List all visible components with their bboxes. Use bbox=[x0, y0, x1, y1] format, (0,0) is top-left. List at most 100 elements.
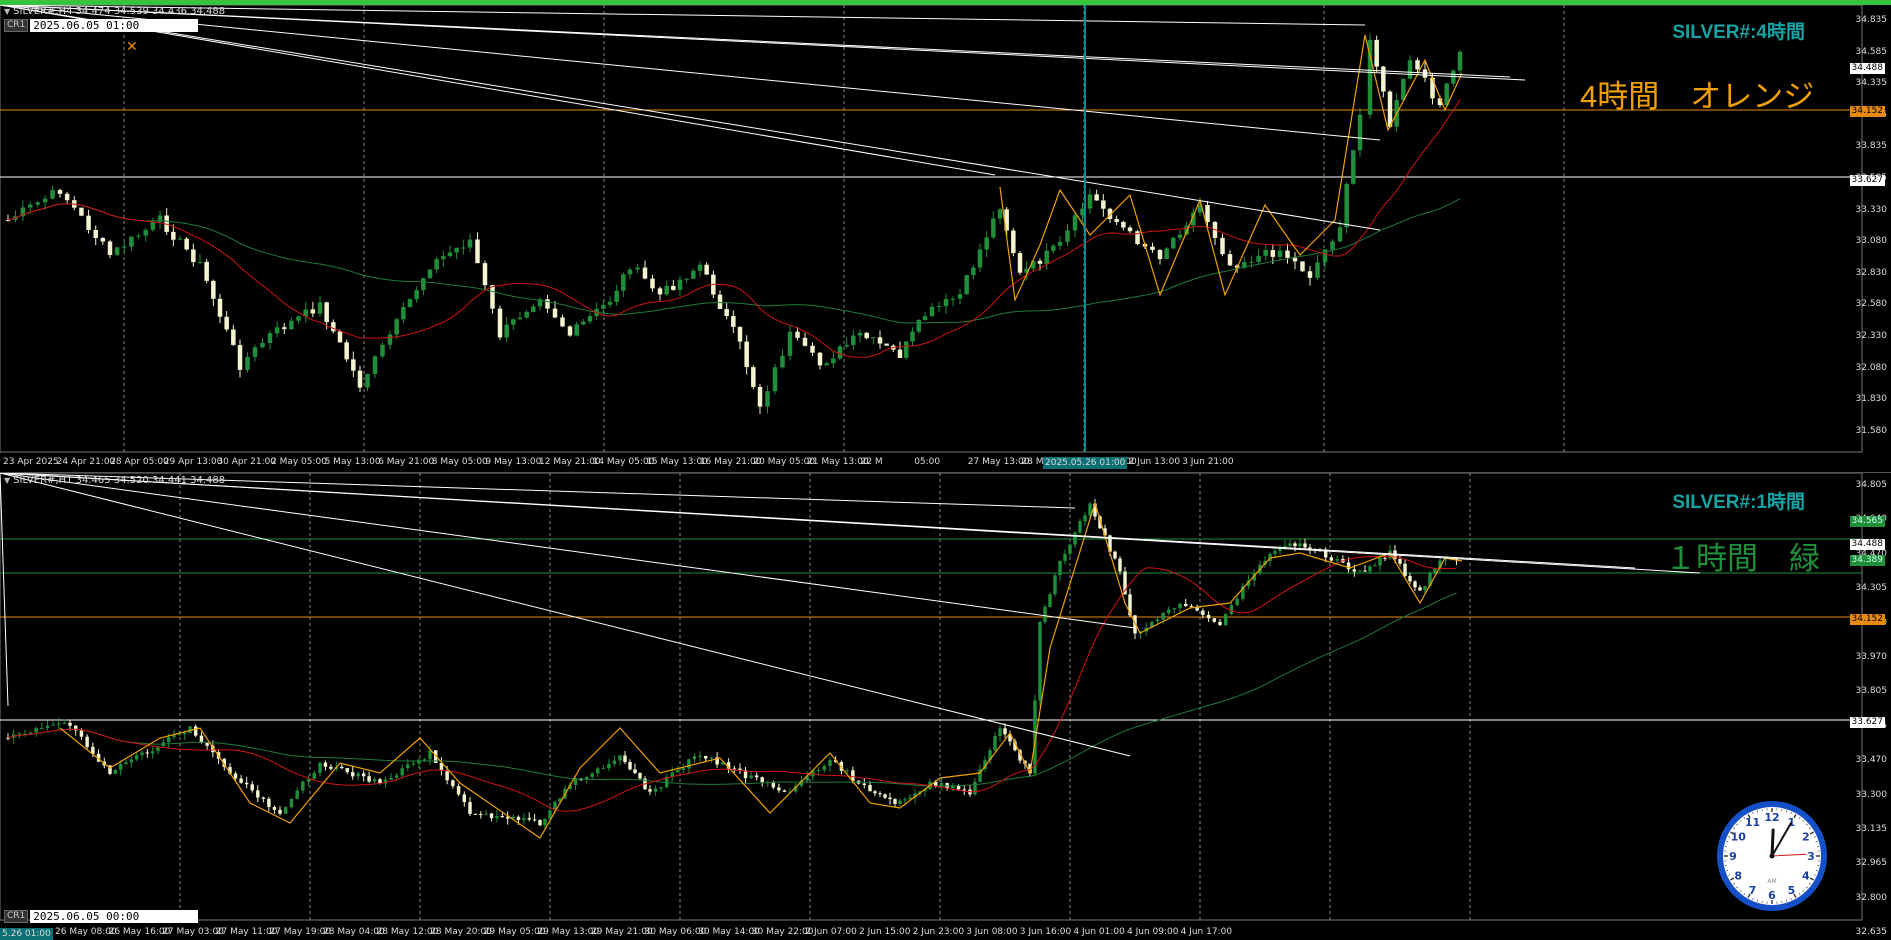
bull-candle bbox=[63, 723, 66, 724]
bear-candle bbox=[1220, 238, 1224, 254]
bull-candle bbox=[1358, 115, 1362, 151]
bear-candle bbox=[65, 194, 69, 200]
bull-candle bbox=[50, 190, 54, 199]
bull-candle bbox=[831, 358, 835, 363]
bear-candle bbox=[194, 727, 197, 736]
cr-button[interactable]: CR1 bbox=[4, 19, 28, 32]
time-axis-label: 29 May 13:00 bbox=[537, 927, 599, 937]
bull-candle bbox=[412, 763, 415, 764]
price-axis-label: 33.330 bbox=[1856, 205, 1888, 215]
bear-candle bbox=[204, 262, 208, 281]
cr-button[interactable]: CR1 bbox=[4, 910, 28, 923]
bull-candle bbox=[423, 759, 426, 760]
bear-candle bbox=[490, 813, 493, 818]
bull-candle bbox=[1273, 551, 1276, 554]
time-axis-label: 3 Jun 08:00 bbox=[966, 927, 1017, 937]
bull-candle bbox=[29, 732, 32, 733]
bear-candle bbox=[1285, 251, 1289, 258]
bull-candle bbox=[951, 299, 955, 300]
bear-candle bbox=[1271, 250, 1275, 257]
h1-chart-canvas[interactable] bbox=[0, 473, 1891, 939]
bear-candle bbox=[278, 810, 281, 814]
bull-candle bbox=[659, 787, 662, 789]
bull-candle bbox=[524, 312, 528, 318]
bull-candle bbox=[151, 222, 155, 230]
slow-moving-average-line bbox=[8, 593, 1457, 786]
time-axis-label: 20 May 05:00 bbox=[753, 457, 815, 467]
bear-candle bbox=[231, 329, 235, 345]
bear-candle bbox=[777, 788, 780, 791]
bear-candle bbox=[1324, 551, 1327, 558]
bear-candle bbox=[884, 344, 888, 346]
time-axis-label: 2 Jun 07:00 bbox=[805, 927, 856, 937]
time-axis-label: 30 May 14:00 bbox=[698, 927, 760, 937]
bear-candle bbox=[501, 816, 504, 817]
clock-numeral: 9 bbox=[1729, 850, 1737, 863]
bull-candle bbox=[1068, 545, 1071, 554]
price-axis-label: 32.830 bbox=[1856, 268, 1888, 278]
price-axis-label: 33.135 bbox=[1856, 824, 1888, 834]
bull-candle bbox=[1051, 246, 1055, 251]
bull-candle bbox=[1058, 561, 1061, 575]
h4-chart-pane[interactable]: ▼SILVER#,H4 34.474 34.539 34.436 34.488 … bbox=[0, 0, 1891, 470]
bear-candle bbox=[1113, 552, 1116, 559]
bull-candle bbox=[57, 723, 60, 724]
bear-candle bbox=[553, 309, 557, 318]
bull-candle bbox=[1178, 235, 1182, 238]
datetime-field[interactable]: 2025.06.05 00:00 bbox=[30, 910, 198, 923]
bull-candle bbox=[143, 230, 147, 236]
bear-candle bbox=[1413, 581, 1416, 587]
bull-candle bbox=[828, 760, 831, 766]
h1-orange-level-tag: 34.152 bbox=[1850, 614, 1886, 625]
bull-candle bbox=[601, 305, 605, 309]
bull-candle bbox=[676, 770, 679, 773]
bull-candle bbox=[389, 778, 392, 780]
bear-candle bbox=[1303, 543, 1306, 547]
bull-candle bbox=[607, 764, 610, 768]
bull-candle bbox=[1161, 613, 1164, 620]
bull-candle bbox=[441, 256, 445, 259]
bull-candle bbox=[245, 357, 249, 370]
bear-candle bbox=[560, 317, 564, 326]
bear-candle bbox=[643, 268, 647, 279]
bear-candle bbox=[250, 784, 253, 790]
bear-candle bbox=[1374, 40, 1378, 67]
bear-candle bbox=[218, 299, 222, 317]
h4-datetime-box[interactable]: CR1 2025.06.05 01:00 bbox=[4, 18, 198, 32]
slow-moving-average-line bbox=[8, 199, 1460, 323]
bear-candle bbox=[1150, 247, 1154, 250]
bear-candle bbox=[1418, 587, 1421, 590]
bear-candle bbox=[6, 220, 10, 221]
bear-candle bbox=[772, 782, 775, 787]
h1-datetime-box[interactable]: CR1 2025.06.05 00:00 bbox=[4, 909, 198, 923]
trend-line bbox=[0, 473, 8, 706]
h1-chart-pane[interactable]: ▼SILVER#,H1 34.465 34.520 34.441 34.488 … bbox=[0, 472, 1891, 939]
bear-candle bbox=[724, 309, 728, 316]
datetime-field[interactable]: 2025.06.05 01:00 bbox=[30, 19, 198, 32]
bear-candle bbox=[483, 263, 487, 285]
time-axis-label: 30 Apr 21:00 bbox=[217, 457, 276, 467]
bull-candle bbox=[678, 280, 682, 290]
bull-candle bbox=[1044, 251, 1048, 264]
collapse-triangle-icon[interactable]: ▼ bbox=[4, 476, 10, 485]
bear-candle bbox=[878, 337, 882, 343]
fast-moving-average-line bbox=[8, 556, 1457, 811]
bull-candle bbox=[1167, 609, 1170, 613]
bull-candle bbox=[664, 286, 668, 295]
bull-candle bbox=[698, 756, 701, 757]
time-axis-label: 2 Jun 15:00 bbox=[859, 927, 910, 937]
crosshair-icon[interactable]: ✕ bbox=[126, 39, 138, 55]
bull-candle bbox=[635, 268, 639, 270]
bull-candle bbox=[448, 252, 452, 256]
time-axis-label: 28 May 20:00 bbox=[430, 927, 492, 937]
bull-candle bbox=[373, 779, 376, 781]
h1-symbol-title: SILVER#:1時間 bbox=[1672, 487, 1805, 514]
bear-candle bbox=[267, 799, 270, 807]
collapse-triangle-icon[interactable]: ▼ bbox=[4, 7, 10, 16]
bull-candle bbox=[765, 391, 769, 406]
bear-candle bbox=[256, 790, 259, 797]
bull-candle bbox=[613, 760, 616, 764]
bull-candle bbox=[35, 202, 39, 204]
bull-candle bbox=[608, 302, 612, 305]
bull-candle bbox=[930, 307, 934, 316]
